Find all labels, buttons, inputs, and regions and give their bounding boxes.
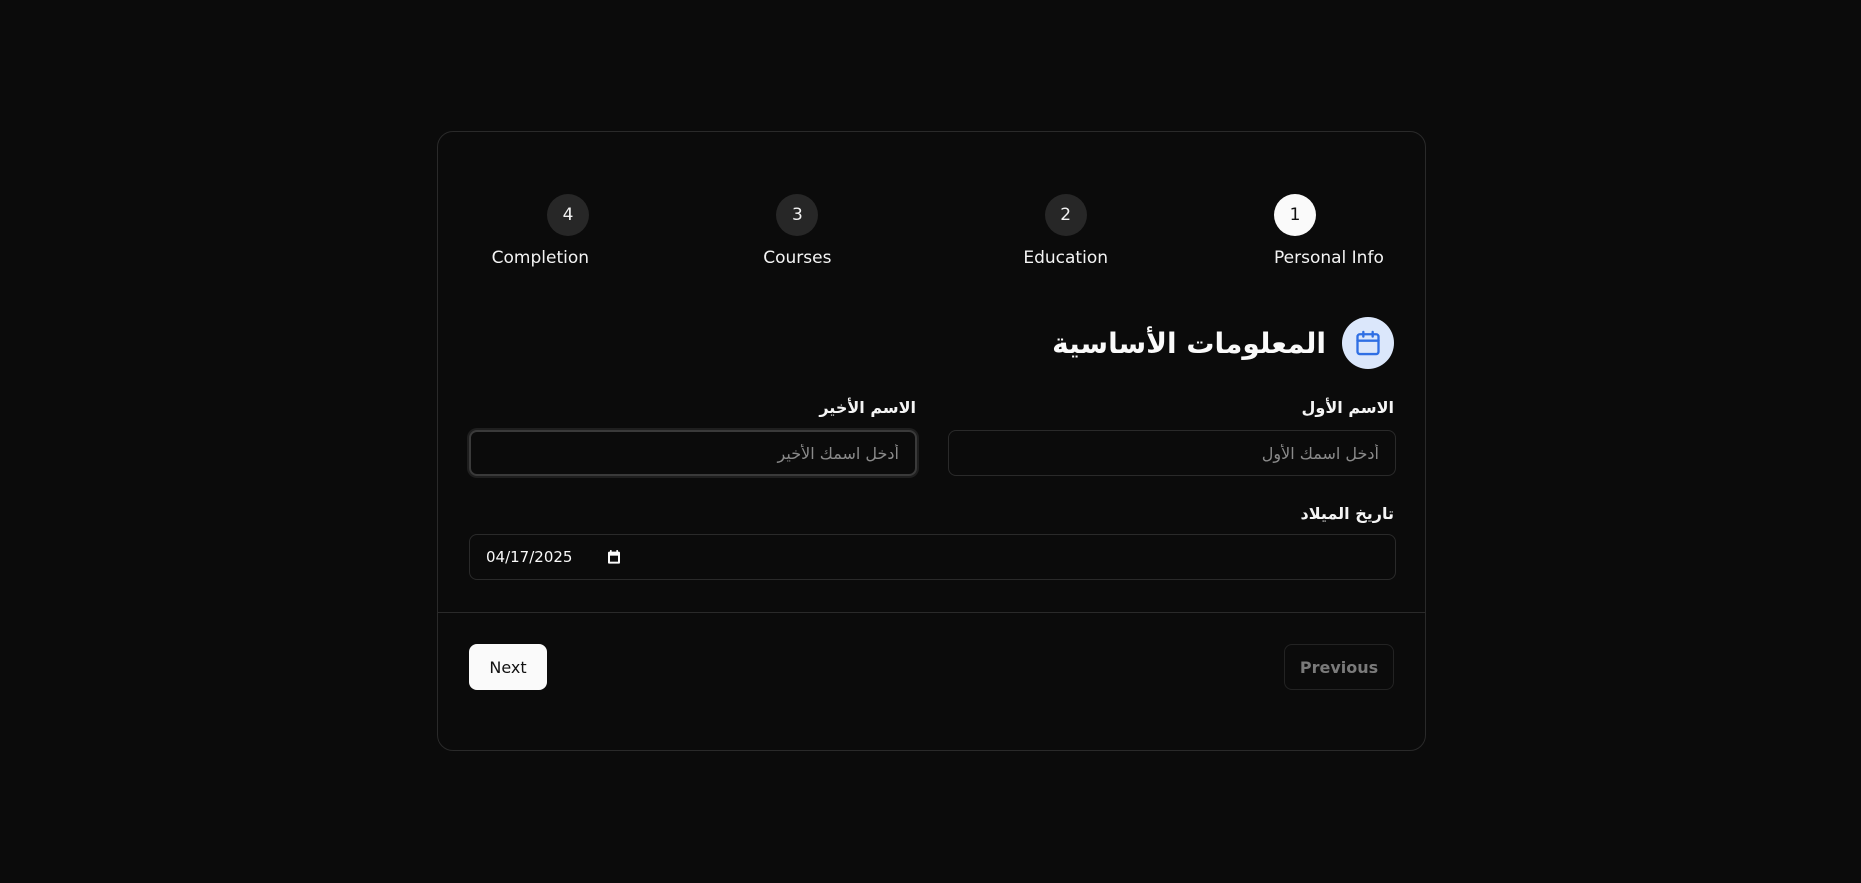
first-name-label: الاسم الأول bbox=[1301, 398, 1394, 417]
birth-date-input[interactable]: 04/17/2025 bbox=[469, 534, 1396, 580]
birth-date-value: 04/17/2025 bbox=[486, 548, 573, 566]
registration-card: 1 Personal Info 2 Education 3 Courses 4 … bbox=[437, 131, 1426, 751]
first-name-input[interactable] bbox=[948, 430, 1396, 476]
section-title: المعلومات الأساسية bbox=[1052, 326, 1326, 360]
step-personal-info[interactable]: 1 Personal Info bbox=[1274, 194, 1394, 274]
step-number: 4 bbox=[547, 194, 590, 236]
step-label: Completion bbox=[491, 248, 590, 268]
calendar-icon bbox=[1342, 317, 1394, 369]
step-label: Personal Info bbox=[1274, 248, 1384, 268]
birth-date-label: تاريخ الميلاد bbox=[1300, 504, 1394, 523]
calendar-icon[interactable] bbox=[606, 549, 622, 565]
step-label: Education bbox=[1023, 248, 1108, 268]
step-number: 2 bbox=[1044, 194, 1087, 236]
previous-button[interactable]: Previous bbox=[1284, 644, 1394, 690]
section-header: المعلومات الأساسية bbox=[1052, 317, 1394, 369]
divider bbox=[438, 612, 1425, 613]
stepper: 1 Personal Info 2 Education 3 Courses 4 … bbox=[469, 194, 1394, 274]
step-number: 3 bbox=[776, 194, 819, 236]
next-button[interactable]: Next bbox=[469, 644, 547, 690]
last-name-input[interactable] bbox=[469, 430, 917, 476]
step-education[interactable]: 2 Education bbox=[1006, 194, 1126, 274]
last-name-label: الاسم الأخير bbox=[819, 398, 916, 417]
step-label: Courses bbox=[763, 248, 832, 268]
step-number: 1 bbox=[1274, 194, 1316, 236]
step-completion[interactable]: 4 Completion bbox=[469, 194, 590, 274]
step-courses[interactable]: 3 Courses bbox=[737, 194, 857, 274]
